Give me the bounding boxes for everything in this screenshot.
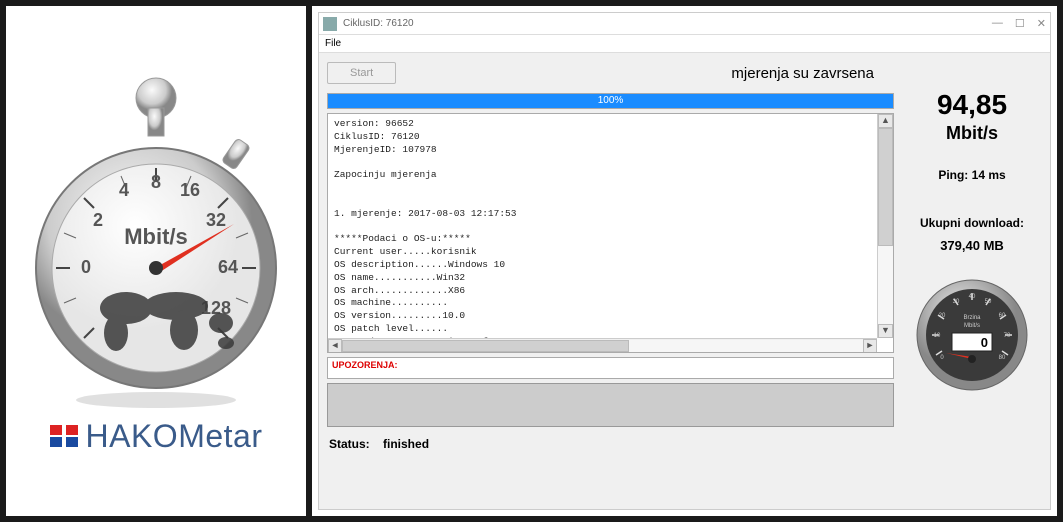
svg-text:2: 2 (93, 210, 103, 230)
svg-text:10: 10 (934, 333, 941, 339)
log-text: version: 96652 CiklusID: 76120 MjerenjeI… (328, 114, 893, 353)
brand-name: HAKOMetar (86, 418, 263, 455)
status-prefix: Status: (329, 437, 370, 451)
speed-value: 94,85 (937, 89, 1007, 121)
scroll-down-arrow-icon[interactable]: ▼ (878, 324, 893, 338)
close-button[interactable]: ✕ (1037, 17, 1046, 30)
minimize-button[interactable]: — (992, 17, 1003, 30)
ping-label: Ping: 14 ms (938, 168, 1005, 182)
brand-row: HAKOMetar (50, 418, 263, 455)
svg-text:4: 4 (119, 180, 129, 200)
dial-unit-label: Mbit/s (124, 224, 188, 249)
progress-bar: 100% (327, 93, 894, 109)
lower-panel (327, 383, 894, 427)
brand-flag-icon (50, 425, 78, 447)
svg-text:0: 0 (81, 257, 91, 277)
speed-unit: Mbit/s (946, 123, 998, 144)
svg-text:16: 16 (180, 180, 200, 200)
svg-text:80: 80 (999, 355, 1006, 361)
warnings-box: UPOZORENJA: (327, 357, 894, 379)
progress-fill: 100% (328, 94, 893, 108)
start-button[interactable]: Start (327, 62, 396, 84)
status-line: Status: finished (327, 431, 894, 453)
vscroll-thumb[interactable] (878, 128, 893, 246)
scroll-left-arrow-icon[interactable]: ◄ (328, 339, 342, 353)
app-icon (323, 17, 337, 31)
hscroll-thumb[interactable] (342, 340, 629, 352)
log-output[interactable]: version: 96652 CiklusID: 76120 MjerenjeI… (327, 113, 894, 353)
stopwatch-illustration: 0 2 4 8 16 32 64 128 Mbit/s (16, 68, 296, 408)
measurement-status-message: mjerenja su zavrsena (408, 65, 894, 82)
maximize-button[interactable]: ☐ (1015, 17, 1025, 30)
vertical-scrollbar[interactable]: ▲ ▼ (877, 114, 893, 338)
svg-text:8: 8 (151, 172, 161, 192)
download-value: 379,40 MB (940, 238, 1004, 253)
speed-gauge: 010 2030 4050 6070 80 Brzina Mbit/s 0 (912, 275, 1032, 398)
gauge-readout: 0 (981, 335, 988, 350)
svg-text:50: 50 (985, 299, 992, 305)
status-value: finished (383, 437, 429, 451)
svg-text:40: 40 (969, 294, 976, 300)
scroll-up-arrow-icon[interactable]: ▲ (878, 114, 893, 128)
svg-text:32: 32 (206, 210, 226, 230)
menu-file[interactable]: File (325, 38, 341, 49)
app-window: CiklusID: 76120 — ☐ ✕ File Start mjerenj… (318, 12, 1051, 510)
main-column: Start mjerenja su zavrsena 100% version:… (327, 59, 894, 503)
titlebar[interactable]: CiklusID: 76120 — ☐ ✕ (319, 13, 1050, 35)
window-title: CiklusID: 76120 (343, 18, 992, 29)
svg-text:60: 60 (999, 313, 1006, 319)
gauge-caption1: Brzina (963, 315, 981, 321)
download-label: Ukupni download: (920, 216, 1024, 230)
svg-text:30: 30 (953, 299, 960, 305)
menubar: File (319, 35, 1050, 53)
svg-text:70: 70 (1004, 333, 1011, 339)
gauge-caption2: Mbit/s (964, 323, 980, 329)
svg-text:20: 20 (939, 313, 946, 319)
results-column: 94,85 Mbit/s Ping: 14 ms Ukupni download… (902, 59, 1042, 503)
screenshot-panel: CiklusID: 76120 — ☐ ✕ File Start mjerenj… (312, 6, 1057, 516)
scroll-right-arrow-icon[interactable]: ► (863, 339, 877, 353)
brand-panel: 0 2 4 8 16 32 64 128 Mbit/s (6, 6, 306, 516)
svg-text:64: 64 (218, 257, 238, 277)
horizontal-scrollbar[interactable]: ◄ ► (328, 338, 877, 352)
warnings-label: UPOZORENJA: (332, 360, 398, 370)
